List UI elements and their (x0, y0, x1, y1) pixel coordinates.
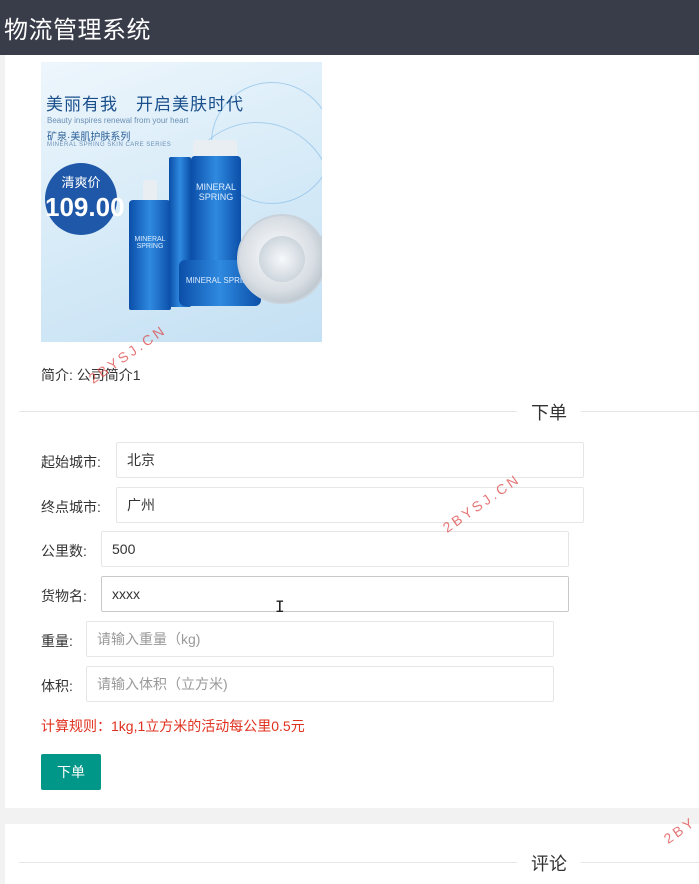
end-city-label: 终点城市: (41, 499, 101, 515)
serum-bottle: MINERAL SPRING (129, 200, 171, 310)
price-value: 109.00 (45, 192, 125, 222)
comment-divider (19, 862, 699, 863)
cream-jar-silver (237, 214, 322, 304)
intro-label: 简介: (41, 367, 73, 383)
end-city-input[interactable] (116, 487, 584, 523)
volume-input[interactable] (86, 666, 554, 702)
price-label: 清爽价 (61, 175, 101, 190)
cargo-name-label: 货物名: (41, 588, 87, 604)
app-header: 物流管理系统 (0, 0, 699, 55)
banner-tagline: Beauty inspires renewal from your heart (47, 116, 189, 125)
comment-legend: 评论 (517, 850, 581, 876)
banner-series: 矿泉·美肌护肤系列 (47, 132, 131, 143)
weight-input[interactable] (86, 621, 554, 657)
price-badge: 清爽价 109.00 (45, 163, 125, 235)
submit-order-button[interactable]: 下单 (41, 754, 101, 790)
order-legend: 下单 (517, 399, 581, 425)
volume-label: 体积: (41, 678, 73, 694)
text-cursor-icon: I (275, 597, 285, 616)
start-city-label: 起始城市: (41, 454, 101, 470)
pricing-rule: 计算规则：1kg,1立方米的活动每公里0.5元 (41, 718, 305, 734)
order-divider (19, 411, 699, 412)
bottle-cap (143, 180, 157, 202)
cargo-name-input[interactable] (101, 576, 569, 612)
app-title: 物流管理系统 (4, 17, 151, 44)
product-banner-image: 美丽有我 开启美肤时代 Beauty inspires renewal from… (41, 62, 322, 342)
comment-card: 评论 (5, 824, 699, 884)
distance-label: 公里数: (41, 543, 87, 559)
distance-input[interactable] (101, 531, 569, 567)
banner-headline: 美丽有我 开启美肤时代 (46, 95, 244, 115)
order-card: 美丽有我 开启美肤时代 Beauty inspires renewal from… (5, 55, 699, 808)
banner-series-en: MINERAL SPRING SKIN CARE SERIES (47, 142, 172, 148)
weight-label: 重量: (41, 633, 73, 649)
